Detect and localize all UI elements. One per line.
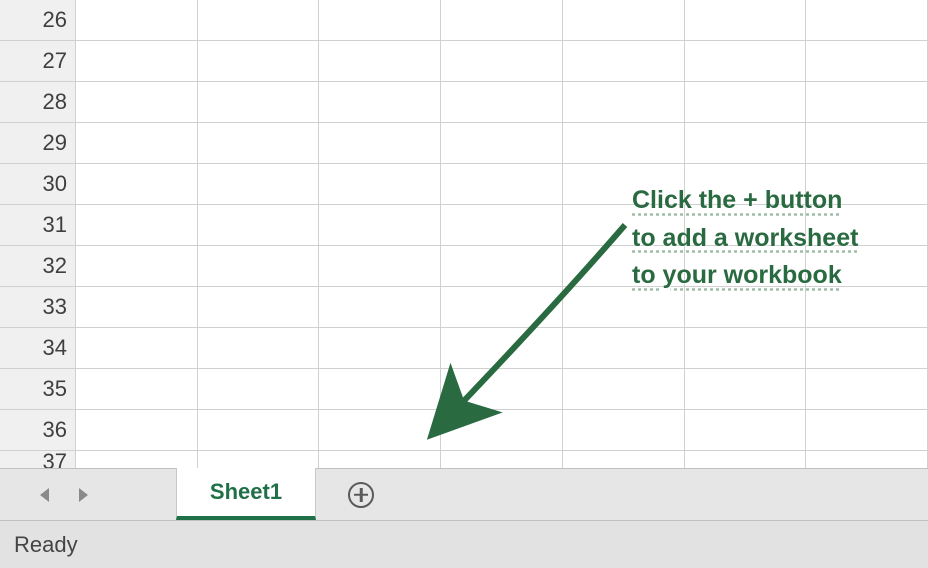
cell[interactable] — [319, 328, 441, 369]
cell[interactable] — [76, 369, 198, 410]
sheet-nav-prev-icon[interactable] — [40, 488, 49, 502]
cell[interactable] — [441, 0, 563, 41]
cell[interactable] — [198, 0, 320, 41]
cell[interactable] — [76, 205, 198, 246]
cell[interactable] — [806, 123, 928, 164]
sheet-nav-next-icon[interactable] — [79, 488, 88, 502]
cell[interactable] — [319, 205, 441, 246]
cell[interactable] — [319, 164, 441, 205]
annotation-line: Click the + button — [632, 182, 858, 220]
row-header[interactable]: 30 — [0, 164, 76, 205]
plus-icon — [348, 482, 374, 508]
status-text: Ready — [14, 532, 78, 558]
cell-row — [76, 328, 928, 369]
cell[interactable] — [806, 82, 928, 123]
cell[interactable] — [441, 123, 563, 164]
row-header[interactable]: 32 — [0, 246, 76, 287]
cell-row — [76, 369, 928, 410]
cell[interactable] — [76, 164, 198, 205]
annotation-text: Click the + button to add a worksheet to… — [632, 182, 858, 295]
sheet-tab-label: Sheet1 — [210, 479, 282, 505]
row-headers: 262728293031323334353637 — [0, 0, 76, 474]
cell[interactable] — [441, 205, 563, 246]
row-header[interactable]: 34 — [0, 328, 76, 369]
annotation-line: to add a worksheet — [632, 220, 858, 258]
status-bar: Ready — [0, 520, 928, 568]
sheet-nav-arrows — [0, 469, 128, 520]
cell[interactable] — [76, 41, 198, 82]
row-header[interactable]: 27 — [0, 41, 76, 82]
add-sheet-button[interactable] — [316, 469, 406, 520]
cell[interactable] — [806, 369, 928, 410]
cell[interactable] — [685, 328, 807, 369]
cell[interactable] — [563, 123, 685, 164]
cell[interactable] — [319, 369, 441, 410]
cell[interactable] — [319, 123, 441, 164]
sheet-tab-active[interactable]: Sheet1 — [176, 468, 316, 520]
cell[interactable] — [76, 123, 198, 164]
cell[interactable] — [685, 410, 807, 451]
cell[interactable] — [198, 82, 320, 123]
cell[interactable] — [685, 123, 807, 164]
cell[interactable] — [319, 410, 441, 451]
cell[interactable] — [441, 41, 563, 82]
row-header[interactable]: 33 — [0, 287, 76, 328]
cell[interactable] — [563, 328, 685, 369]
cell[interactable] — [806, 0, 928, 41]
cell[interactable] — [76, 328, 198, 369]
row-header[interactable]: 28 — [0, 82, 76, 123]
cell[interactable] — [198, 410, 320, 451]
cell[interactable] — [685, 0, 807, 41]
cell[interactable] — [198, 328, 320, 369]
row-header[interactable]: 36 — [0, 410, 76, 451]
cell[interactable] — [198, 123, 320, 164]
cell[interactable] — [685, 82, 807, 123]
cell[interactable] — [806, 410, 928, 451]
annotation-line: to your workbook — [632, 257, 858, 295]
cell[interactable] — [319, 41, 441, 82]
cell[interactable] — [319, 82, 441, 123]
cell[interactable] — [685, 41, 807, 82]
sheet-tab-bar: Sheet1 — [0, 468, 928, 520]
cell[interactable] — [441, 164, 563, 205]
cell[interactable] — [198, 164, 320, 205]
cell[interactable] — [806, 41, 928, 82]
cell[interactable] — [319, 287, 441, 328]
cell[interactable] — [198, 369, 320, 410]
cell[interactable] — [76, 246, 198, 287]
cell[interactable] — [685, 369, 807, 410]
cell[interactable] — [563, 369, 685, 410]
row-header[interactable]: 26 — [0, 0, 76, 41]
cell[interactable] — [441, 287, 563, 328]
cell[interactable] — [76, 82, 198, 123]
cell-row — [76, 123, 928, 164]
cell-row — [76, 82, 928, 123]
cell[interactable] — [319, 246, 441, 287]
cell[interactable] — [198, 41, 320, 82]
cell[interactable] — [76, 0, 198, 41]
row-header[interactable]: 31 — [0, 205, 76, 246]
cell[interactable] — [563, 410, 685, 451]
cell[interactable] — [198, 246, 320, 287]
cell-row — [76, 41, 928, 82]
cell[interactable] — [563, 0, 685, 41]
cell[interactable] — [563, 82, 685, 123]
cell[interactable] — [76, 287, 198, 328]
cell[interactable] — [76, 410, 198, 451]
cell[interactable] — [441, 82, 563, 123]
cell[interactable] — [441, 328, 563, 369]
cell-row — [76, 410, 928, 451]
cell[interactable] — [441, 410, 563, 451]
cell[interactable] — [319, 0, 441, 41]
row-header[interactable]: 29 — [0, 123, 76, 164]
cell[interactable] — [198, 205, 320, 246]
cell[interactable] — [441, 369, 563, 410]
cell[interactable] — [806, 328, 928, 369]
cell[interactable] — [441, 246, 563, 287]
cell[interactable] — [198, 287, 320, 328]
row-header[interactable]: 35 — [0, 369, 76, 410]
cell-row — [76, 0, 928, 41]
cell[interactable] — [563, 41, 685, 82]
